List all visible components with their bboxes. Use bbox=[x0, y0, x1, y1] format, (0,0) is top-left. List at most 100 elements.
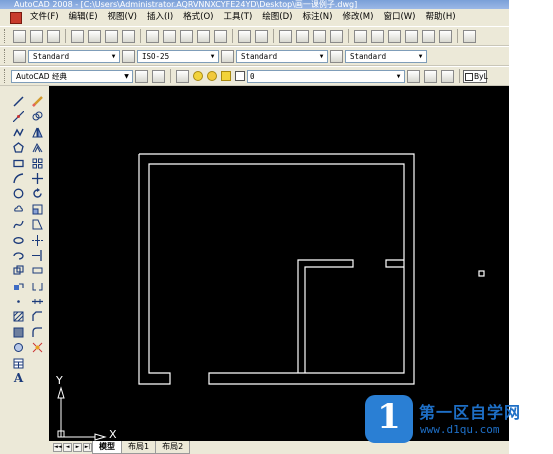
layer-thaw-sun-icon[interactable] bbox=[207, 71, 217, 81]
zoom-realtime-icon[interactable] bbox=[296, 29, 309, 43]
layer-states-icon[interactable] bbox=[441, 69, 454, 83]
zoom-previous-icon[interactable] bbox=[330, 29, 343, 43]
offset-icon[interactable] bbox=[30, 140, 45, 155]
markup-icon[interactable] bbox=[422, 29, 435, 43]
rectangle-icon[interactable] bbox=[11, 156, 26, 171]
menu-draw[interactable]: 绘图(D) bbox=[257, 9, 297, 26]
publish-icon[interactable] bbox=[105, 29, 118, 43]
stretch-icon[interactable] bbox=[30, 217, 45, 232]
table-style-select[interactable]: Standard ▼ bbox=[236, 49, 328, 63]
array-icon[interactable] bbox=[30, 156, 45, 171]
make-block-icon[interactable] bbox=[11, 279, 26, 294]
menu-help[interactable]: 帮助(H) bbox=[421, 9, 461, 26]
save-icon[interactable] bbox=[47, 29, 60, 43]
menu-window[interactable]: 窗口(W) bbox=[378, 9, 420, 26]
gradient-icon[interactable] bbox=[11, 325, 26, 340]
paste-icon[interactable] bbox=[180, 29, 193, 43]
menu-file[interactable]: 文件(F) bbox=[25, 9, 64, 26]
last-tab-button[interactable]: ►| bbox=[83, 443, 92, 452]
table-style-icon[interactable] bbox=[221, 49, 234, 63]
qnew-icon[interactable] bbox=[13, 29, 26, 43]
layer-unlock-icon[interactable] bbox=[221, 71, 231, 81]
open-icon[interactable] bbox=[30, 29, 43, 43]
scale-icon[interactable] bbox=[30, 202, 45, 217]
dim-style-icon[interactable] bbox=[122, 49, 135, 63]
tab-layout1[interactable]: 布局1 bbox=[121, 441, 157, 454]
calculator-icon[interactable] bbox=[439, 29, 452, 43]
pan-icon[interactable] bbox=[279, 29, 292, 43]
menu-edit[interactable]: 编辑(E) bbox=[64, 9, 103, 26]
join-icon[interactable] bbox=[30, 294, 45, 309]
plot-preview-icon[interactable] bbox=[88, 29, 101, 43]
multileader-style-icon[interactable] bbox=[330, 49, 343, 63]
region-icon[interactable] bbox=[11, 340, 26, 355]
hatch-icon[interactable] bbox=[11, 309, 26, 324]
toolbar-grip[interactable] bbox=[4, 29, 8, 43]
menu-tools[interactable]: 工具(T) bbox=[218, 9, 257, 26]
tab-layout2[interactable]: 布局2 bbox=[155, 441, 191, 454]
ellipse-icon[interactable] bbox=[11, 233, 26, 248]
layer-previous-icon[interactable] bbox=[424, 69, 437, 83]
chamfer-icon[interactable] bbox=[30, 309, 45, 324]
layer-on-bulb-icon[interactable] bbox=[193, 71, 203, 81]
autocad-logo-icon[interactable] bbox=[10, 11, 22, 24]
copy-icon[interactable] bbox=[163, 29, 176, 43]
first-tab-button[interactable]: ◄◄ bbox=[53, 443, 62, 452]
text-style-icon[interactable] bbox=[13, 49, 26, 63]
design-center-icon[interactable] bbox=[371, 29, 384, 43]
arc-icon[interactable] bbox=[11, 171, 26, 186]
layer-select[interactable]: 0 ▼ bbox=[247, 69, 405, 83]
menu-insert[interactable]: 插入(I) bbox=[142, 9, 178, 26]
erase-icon[interactable] bbox=[30, 94, 45, 109]
menu-view[interactable]: 视图(V) bbox=[103, 9, 142, 26]
table-icon[interactable] bbox=[11, 356, 26, 371]
menu-modify[interactable]: 修改(M) bbox=[337, 9, 378, 26]
break-at-point-icon[interactable] bbox=[30, 263, 45, 278]
revision-cloud-icon[interactable] bbox=[11, 202, 26, 217]
explode-icon[interactable] bbox=[30, 340, 45, 355]
plot-icon[interactable] bbox=[71, 29, 84, 43]
properties-icon[interactable] bbox=[354, 29, 367, 43]
extend-icon[interactable] bbox=[30, 248, 45, 263]
undo-icon[interactable] bbox=[238, 29, 251, 43]
prev-tab-button[interactable]: ◄ bbox=[63, 443, 72, 452]
fillet-icon[interactable] bbox=[30, 325, 45, 340]
toolbar-grip[interactable] bbox=[4, 49, 8, 63]
circle-icon[interactable] bbox=[11, 186, 26, 201]
next-tab-button[interactable]: ► bbox=[73, 443, 82, 452]
multileader-style-select[interactable]: Standard ▼ bbox=[345, 49, 427, 63]
make-current-layer-icon[interactable] bbox=[407, 69, 420, 83]
text-style-select[interactable]: Standard ▼ bbox=[28, 49, 120, 63]
tab-model[interactable]: 模型 bbox=[92, 441, 122, 454]
break-icon[interactable] bbox=[30, 279, 45, 294]
drawing-canvas[interactable]: Y X bbox=[49, 86, 509, 441]
trim-icon[interactable] bbox=[30, 233, 45, 248]
line-icon[interactable] bbox=[11, 94, 26, 109]
copy-object-icon[interactable] bbox=[30, 109, 45, 124]
move-icon[interactable] bbox=[30, 171, 45, 186]
linetype-select[interactable]: ByL bbox=[463, 69, 488, 83]
ellipse-arc-icon[interactable] bbox=[11, 248, 26, 263]
point-icon[interactable] bbox=[11, 294, 26, 309]
menu-format[interactable]: 格式(O) bbox=[178, 9, 218, 26]
toolbar-grip[interactable] bbox=[4, 69, 8, 83]
mirror-icon[interactable] bbox=[30, 125, 45, 140]
my-workspace-icon[interactable] bbox=[152, 69, 165, 83]
workspace-settings-icon[interactable] bbox=[135, 69, 148, 83]
tool-palettes-icon[interactable] bbox=[388, 29, 401, 43]
cut-icon[interactable] bbox=[146, 29, 159, 43]
dim-style-select[interactable]: ISO-25 ▼ bbox=[137, 49, 219, 63]
redo-icon[interactable] bbox=[255, 29, 268, 43]
multiline-text-icon[interactable]: A bbox=[11, 371, 26, 386]
polyline-icon[interactable] bbox=[11, 125, 26, 140]
menu-dimension[interactable]: 标注(N) bbox=[297, 9, 337, 26]
sheet-set-icon[interactable] bbox=[405, 29, 418, 43]
zoom-window-icon[interactable] bbox=[313, 29, 326, 43]
rotate-icon[interactable] bbox=[30, 186, 45, 201]
insert-block-icon[interactable] bbox=[11, 263, 26, 278]
polygon-icon[interactable] bbox=[11, 140, 26, 155]
help-icon[interactable] bbox=[463, 29, 476, 43]
block-editor-icon[interactable] bbox=[214, 29, 227, 43]
layer-properties-icon[interactable] bbox=[176, 69, 189, 83]
match-properties-icon[interactable] bbox=[197, 29, 210, 43]
